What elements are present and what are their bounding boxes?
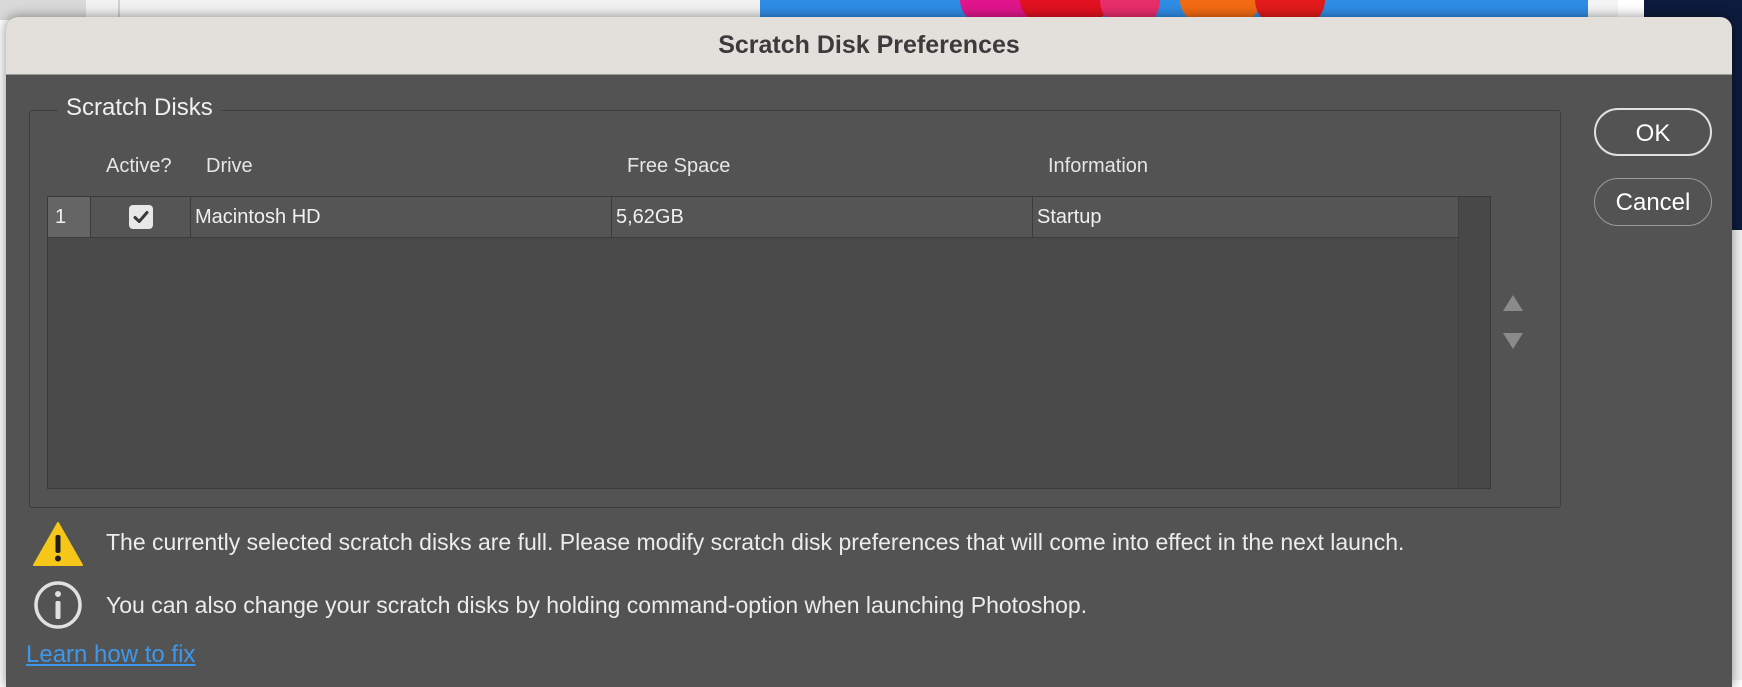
row-index: 1	[48, 197, 91, 237]
column-header-active: Active?	[106, 155, 172, 177]
warning-message: The currently selected scratch disks are…	[106, 529, 1405, 555]
column-header-information: Information	[1048, 155, 1149, 177]
dialog-title: Scratch Disk Preferences	[718, 31, 1020, 59]
information-cell: Startup	[1037, 206, 1102, 228]
triangle-down-icon[interactable]	[1503, 333, 1523, 349]
dialog-titlebar: Scratch Disk Preferences	[6, 17, 1732, 75]
active-cell	[91, 197, 191, 237]
active-checkbox[interactable]	[128, 205, 153, 229]
table-scrollbar[interactable]	[1458, 197, 1490, 488]
ok-button[interactable]: OK	[1594, 108, 1712, 156]
checkmark-icon	[133, 211, 148, 223]
warning-icon	[33, 522, 83, 566]
learn-how-to-fix-link[interactable]: Learn how to fix	[26, 641, 195, 669]
triangle-up-icon[interactable]	[1503, 295, 1523, 311]
info-message: You can also change your scratch disks b…	[106, 592, 1088, 618]
scratch-disks-group: Scratch Disks Active? Drive Free Space I…	[29, 94, 1561, 508]
table-row[interactable]: 1 Macintosh HD 5,62GB Startup	[48, 197, 1458, 238]
group-title: Scratch Disks	[58, 94, 221, 122]
drive-cell: Macintosh HD	[191, 197, 612, 237]
cancel-button[interactable]: Cancel	[1594, 178, 1712, 226]
free-space-cell: 5,62GB	[612, 197, 1033, 237]
scratch-disks-table: 1 Macintosh HD 5,62GB Startup	[47, 196, 1491, 489]
column-header-free-space: Free Space	[627, 155, 731, 177]
column-header-drive: Drive	[206, 155, 253, 177]
info-icon	[34, 581, 82, 629]
scratch-disk-dialog: Scratch Disk Preferences Scratch Disks A…	[6, 17, 1732, 687]
